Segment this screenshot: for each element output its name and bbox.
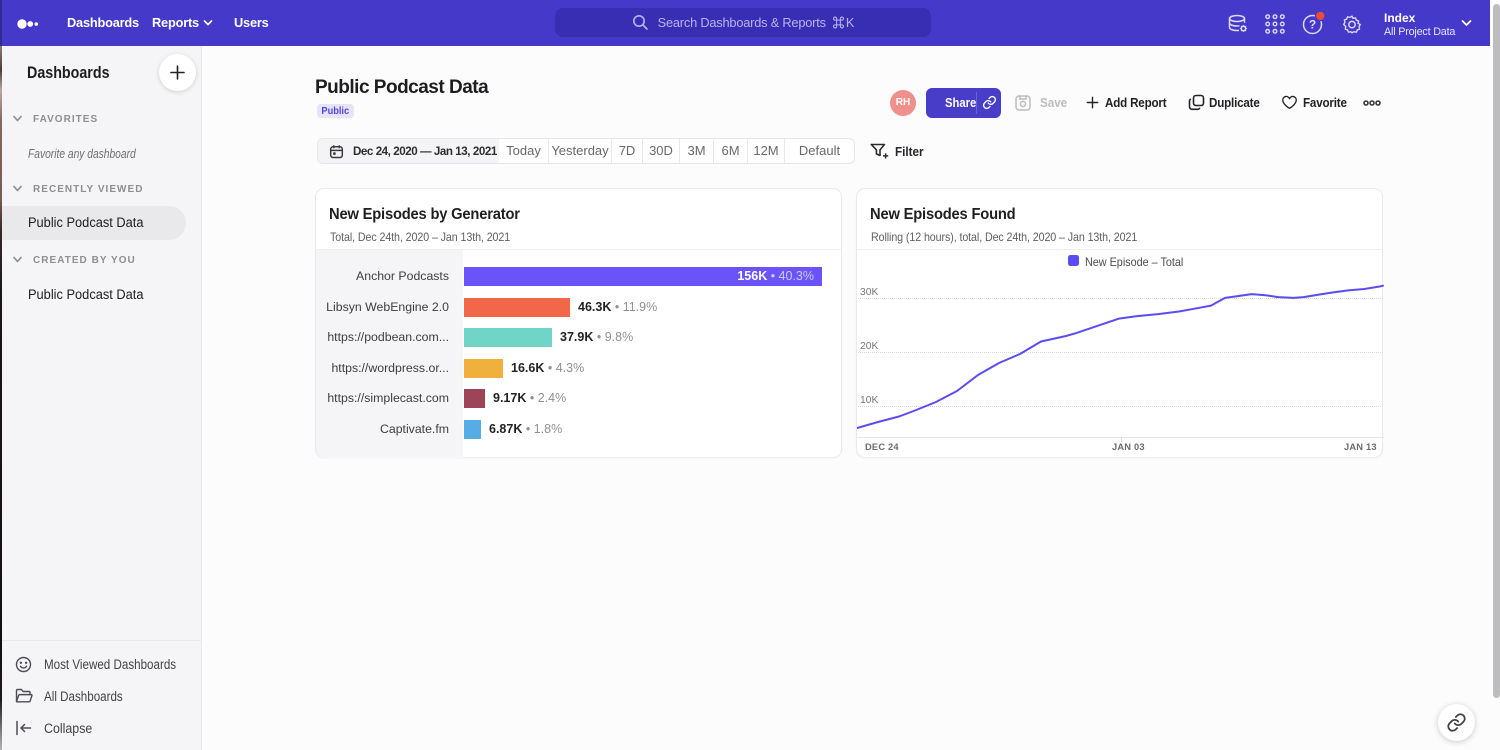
- svg-text:?: ?: [1309, 18, 1316, 32]
